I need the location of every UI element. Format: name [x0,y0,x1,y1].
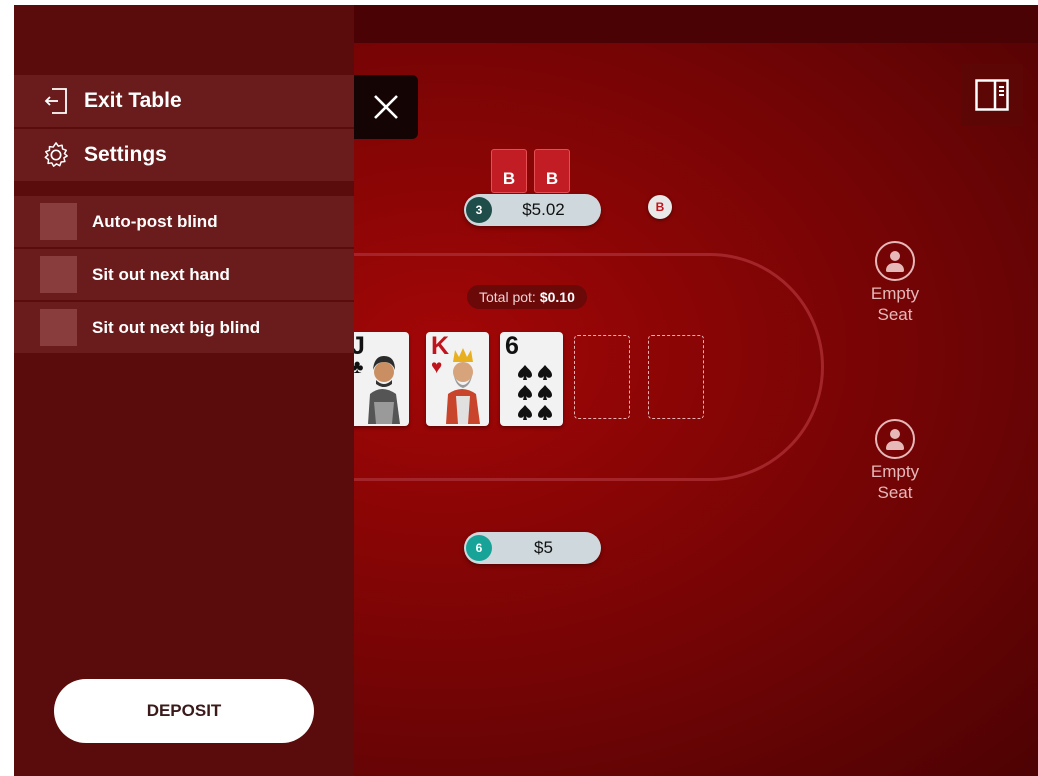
exit-table-button[interactable]: Exit Table [14,75,354,127]
empty-seat-label: Empty [870,284,920,303]
close-menu-button[interactable] [354,75,418,139]
jack-face-icon [368,356,400,424]
spade-pips-icon [518,365,552,420]
poker-table-view: B B 3 $5.02 B Total pot: $0.10 J ♣ K ♥ 6… [14,5,1038,776]
sit-out-next-hand-option[interactable]: Sit out next hand [14,249,354,300]
sit-out-next-hand-checkbox[interactable] [40,256,77,293]
player-stack-seat-6[interactable]: 6 $5 [464,532,601,564]
empty-seat-label: Seat [877,305,913,324]
option-label: Auto-post blind [92,211,218,231]
player-stack-seat-3[interactable]: 3 $5.02 [464,194,601,226]
board-card: 6 [500,332,563,426]
sit-out-next-big-blind-checkbox[interactable] [40,309,77,346]
board-card-slot [648,335,704,419]
stack-amount: $5.02 [522,200,565,219]
gear-icon [42,141,70,169]
exit-icon [42,87,70,115]
settings-button[interactable]: Settings [14,129,354,181]
card-back-mark: B [545,169,559,188]
sit-out-next-big-blind-option[interactable]: Sit out next big blind [14,302,354,353]
side-menu-panel: Exit Table Settings Auto-post blind Sit … [14,5,354,776]
user-icon [875,241,915,281]
seat-number-badge: 6 [466,535,492,561]
deposit-button[interactable]: DEPOSIT [54,679,314,743]
empty-seat-button[interactable]: Empty Seat [855,419,935,503]
hole-card-back: B [491,149,527,193]
empty-seat-label: Seat [877,483,913,502]
pot-value: $0.10 [539,289,575,305]
layout-toggle-button[interactable] [961,64,1023,126]
auto-post-blind-checkbox[interactable] [40,203,77,240]
stack-amount: $5 [534,538,553,557]
board-card: K ♥ [426,332,489,426]
card-back-mark: B [502,169,516,188]
total-pot: Total pot: $0.10 [467,285,587,309]
exit-table-label: Exit Table [84,89,182,112]
empty-seat-button[interactable]: Empty Seat [855,241,935,325]
pot-label: Total pot: [479,289,536,305]
king-face-icon [446,348,480,424]
auto-post-blind-option[interactable]: Auto-post blind [14,196,354,247]
dealer-button: B [648,195,672,219]
hole-card-back: B [534,149,570,193]
board-card: J ♣ [346,332,409,426]
settings-label: Settings [84,143,167,166]
empty-seat-label: Empty [870,462,920,481]
option-label: Sit out next big blind [92,317,261,337]
close-icon [374,95,398,119]
panel-layout-icon [975,79,1009,111]
seat-number-badge: 3 [466,197,492,223]
board-card-slot [574,335,630,419]
user-icon [875,419,915,459]
option-label: Sit out next hand [92,264,230,284]
